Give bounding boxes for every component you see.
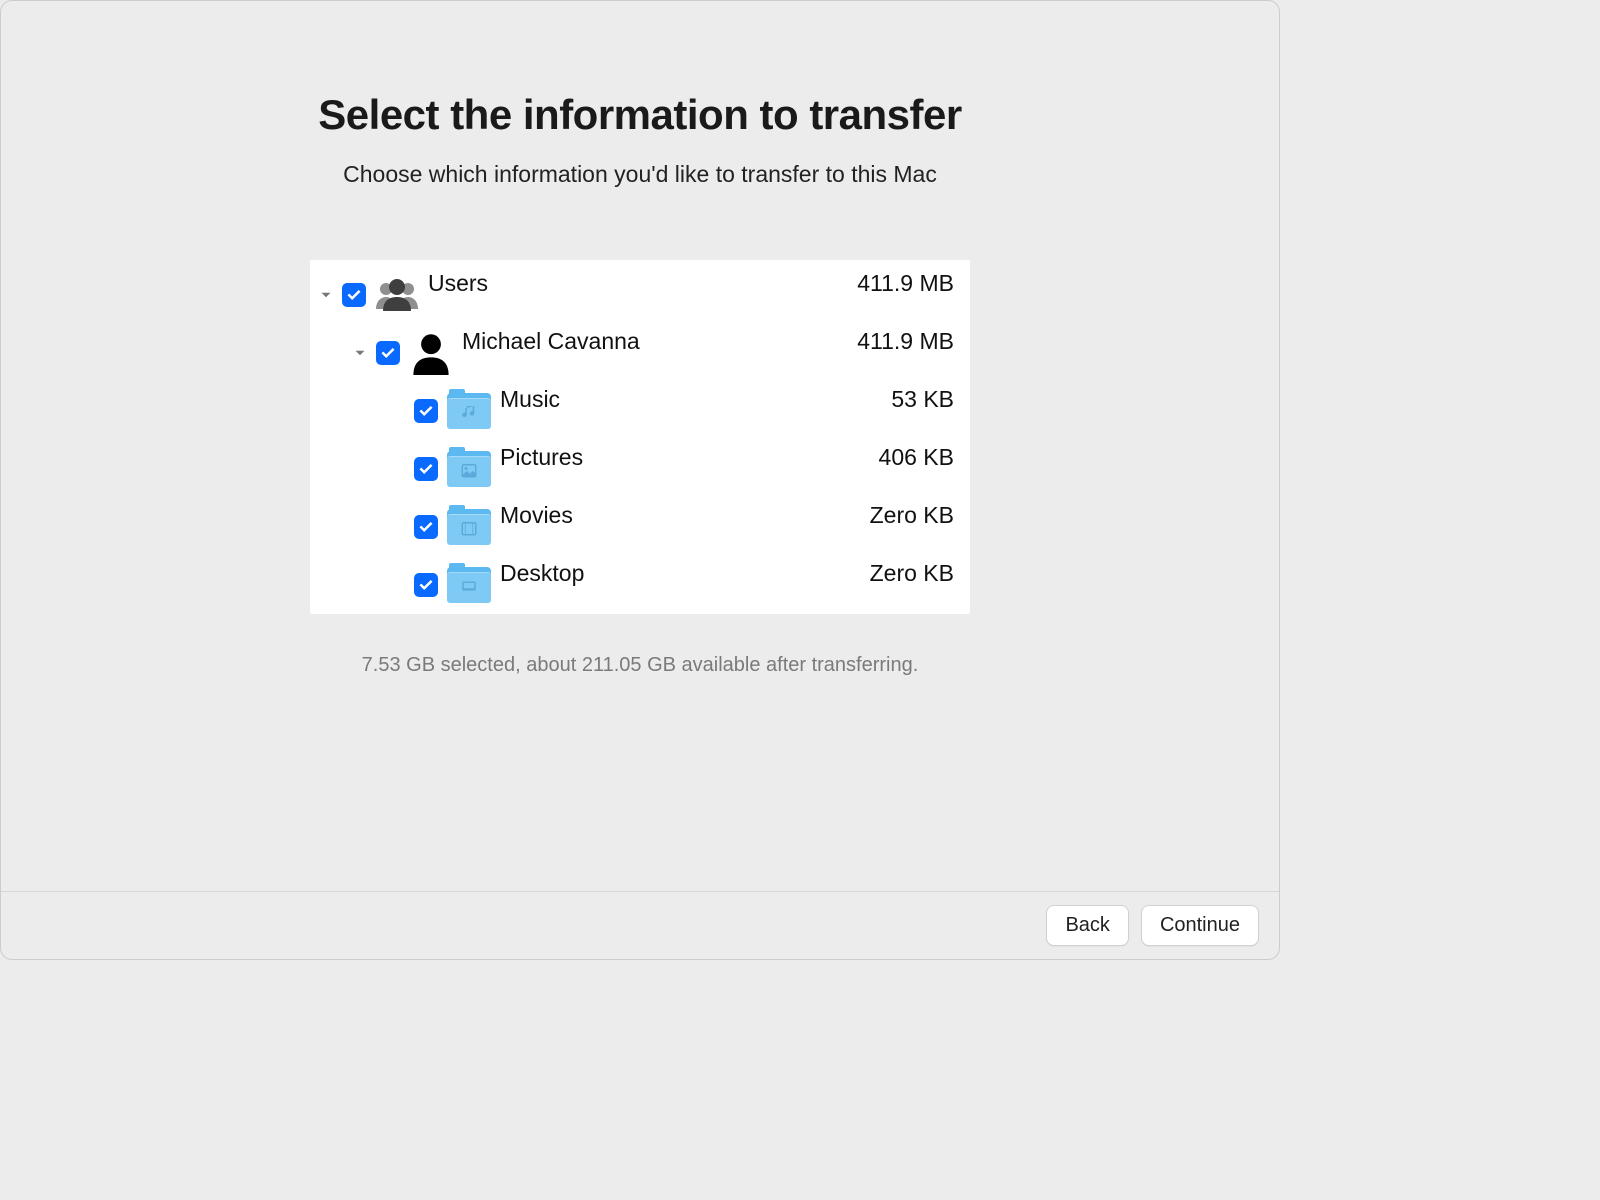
page-title: Select the information to transfer [1, 91, 1279, 139]
tree-label: Movies [494, 502, 834, 529]
tree-label: Music [494, 386, 834, 413]
checkbox-desktop[interactable] [414, 573, 438, 597]
status-text: 7.53 GB selected, about 211.05 GB availa… [1, 654, 1279, 677]
users-group-icon [372, 277, 422, 313]
checkbox-users[interactable] [342, 283, 366, 307]
back-button[interactable]: Back [1046, 905, 1128, 946]
header: Select the information to transfer Choos… [1, 1, 1279, 188]
tree-row-user[interactable]: Michael Cavanna 411.9 MB [310, 324, 970, 382]
tree-size: 411.9 MB [834, 328, 954, 355]
tree-size: Zero KB [834, 560, 954, 587]
tree-size: 53 KB [834, 386, 954, 413]
tree-size: 406 KB [834, 444, 954, 471]
tree-label: Michael Cavanna [456, 328, 834, 355]
music-folder-icon [444, 393, 494, 429]
chevron-down-icon[interactable] [350, 347, 370, 359]
checkbox-music[interactable] [414, 399, 438, 423]
footer-bar: Back Continue [1, 891, 1279, 959]
checkbox-user[interactable] [376, 341, 400, 365]
chevron-down-icon[interactable] [316, 289, 336, 301]
tree-label: Pictures [494, 444, 834, 471]
desktop-folder-icon [444, 567, 494, 603]
movies-folder-icon [444, 509, 494, 545]
continue-button[interactable]: Continue [1141, 905, 1259, 946]
tree-label: Users [422, 270, 834, 297]
tree-row-desktop[interactable]: Desktop Zero KB [310, 556, 970, 614]
tree-row-music[interactable]: Music 53 KB [310, 382, 970, 440]
transfer-tree-panel: Users 411.9 MB Michael Cavanna 411.9 MB [310, 260, 970, 614]
page-subtitle: Choose which information you'd like to t… [1, 161, 1279, 188]
checkbox-movies[interactable] [414, 515, 438, 539]
tree-size: 411.9 MB [834, 270, 954, 297]
tree-size: Zero KB [834, 502, 954, 529]
tree-row-pictures[interactable]: Pictures 406 KB [310, 440, 970, 498]
checkbox-pictures[interactable] [414, 457, 438, 481]
tree-row-users[interactable]: Users 411.9 MB [310, 266, 970, 324]
pictures-folder-icon [444, 451, 494, 487]
tree-label: Desktop [494, 560, 834, 587]
tree-row-movies[interactable]: Movies Zero KB [310, 498, 970, 556]
migration-assistant-window: Select the information to transfer Choos… [1, 1, 1279, 959]
person-icon [406, 331, 456, 375]
